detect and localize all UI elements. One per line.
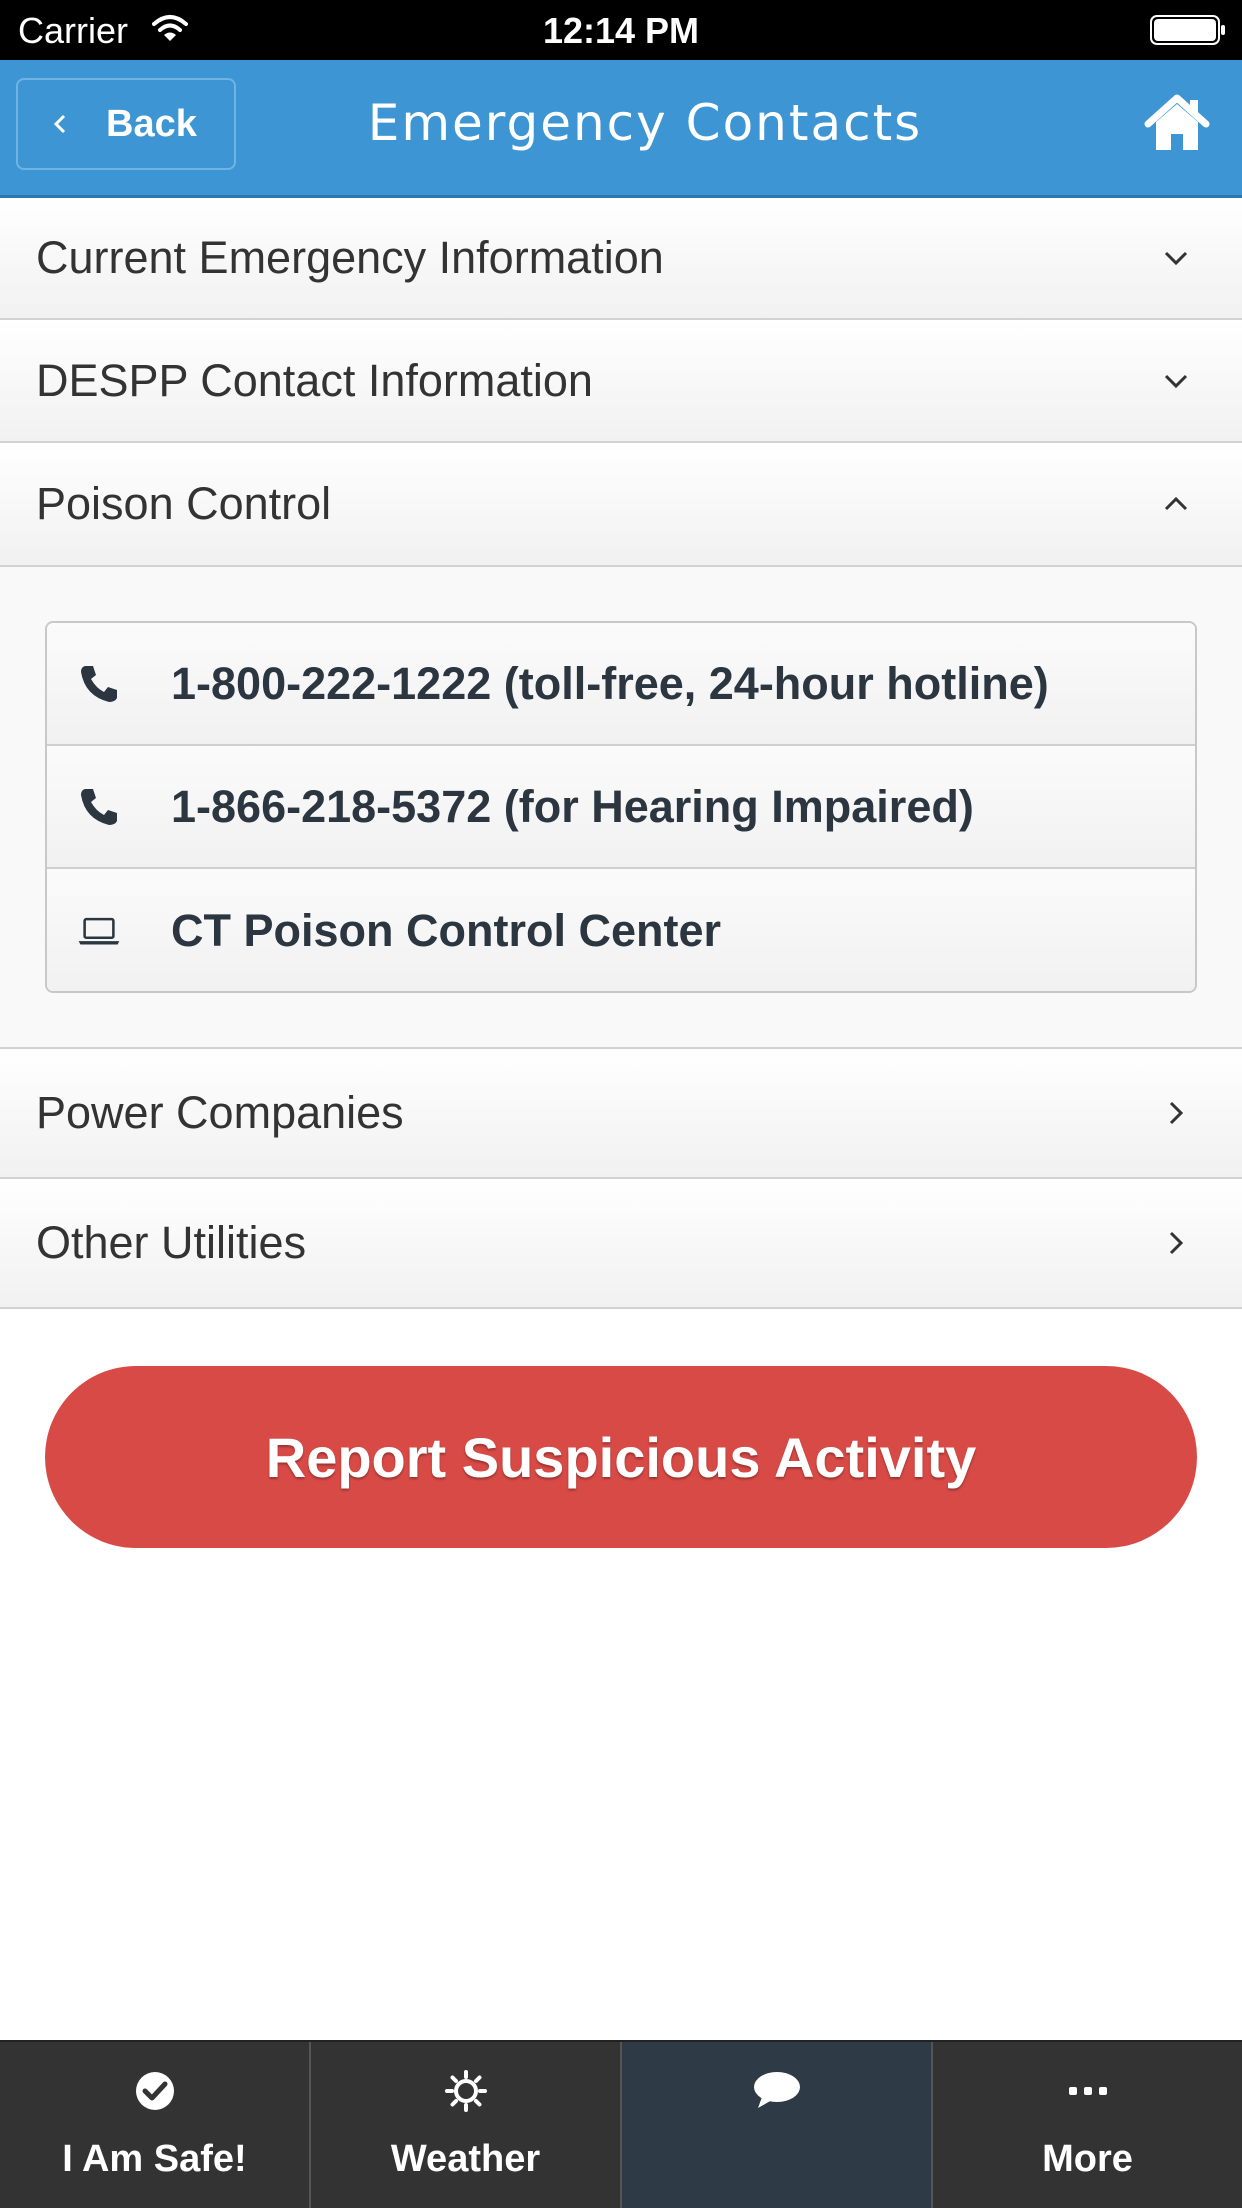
report-suspicious-activity-button[interactable]: Report Suspicious Activity [45, 1366, 1197, 1548]
accordion-label: Current Emergency Information [36, 232, 664, 283]
chevron-up-icon [1164, 496, 1188, 511]
phone-icon [81, 788, 117, 825]
accordion-despp-contact[interactable]: DESPP Contact Information [0, 320, 1242, 443]
link-label: Power Companies [36, 1087, 404, 1138]
page-title: Emergency Contacts [367, 94, 923, 152]
status-bar: Carrier 12:14 PM [0, 0, 1242, 60]
nav-header: Back Emergency Contacts [0, 60, 1242, 198]
battery-icon [1150, 15, 1225, 45]
contact-item-hotline[interactable]: 1-800-222-1222 (toll-free, 24-hour hotli… [47, 623, 1195, 746]
tab-messages[interactable] [622, 2042, 933, 2208]
chevron-down-icon [1164, 374, 1188, 388]
accordion-label: DESPP Contact Information [36, 354, 593, 406]
chevron-down-icon [1164, 251, 1188, 266]
tab-i-am-safe[interactable]: I Am Safe! [0, 2042, 311, 2208]
status-time: 12:14 PM [542, 10, 700, 51]
tab-label: I Am Safe! [62, 2138, 247, 2180]
chat-bubble-icon [753, 2072, 800, 2108]
phone-icon [81, 665, 117, 702]
tab-label: More [1042, 2138, 1133, 2180]
ellipsis-icon [1068, 2087, 1107, 2095]
accordion-poison-control[interactable]: Poison Control [0, 443, 1242, 567]
chevron-right-icon [1169, 1231, 1184, 1255]
laptop-icon [78, 917, 120, 945]
tab-bar: I Am Safe! Weather More [0, 2040, 1242, 2208]
link-other-utilities[interactable]: Other Utilities [0, 1179, 1242, 1309]
accordion-current-emergency[interactable]: Current Emergency Information [0, 198, 1242, 320]
tab-weather[interactable]: Weather [311, 2042, 622, 2208]
link-power-companies[interactable]: Power Companies [0, 1049, 1242, 1179]
accordion-label: Poison Control [36, 478, 332, 529]
contact-item-poison-center[interactable]: CT Poison Control Center [47, 869, 1195, 991]
poison-control-content: 1-800-222-1222 (toll-free, 24-hour hotli… [0, 567, 1242, 1049]
link-label: Other Utilities [36, 1217, 307, 1268]
check-circle-icon [135, 2072, 174, 2110]
contact-label: 1-866-218-5372 (for Hearing Impaired) [171, 780, 974, 832]
contact-label: CT Poison Control Center [171, 904, 721, 956]
tab-more[interactable]: More [933, 2042, 1242, 2208]
contact-label: 1-800-222-1222 (toll-free, 24-hour hotli… [171, 657, 1049, 709]
poison-control-list: 1-800-222-1222 (toll-free, 24-hour hotli… [45, 621, 1197, 993]
home-icon[interactable] [1144, 94, 1210, 154]
tab-label: Weather [390, 2138, 541, 2180]
chevron-right-icon [1169, 1101, 1184, 1125]
contact-item-hearing-impaired[interactable]: 1-866-218-5372 (for Hearing Impaired) [47, 746, 1195, 869]
sun-icon [444, 2070, 487, 2112]
